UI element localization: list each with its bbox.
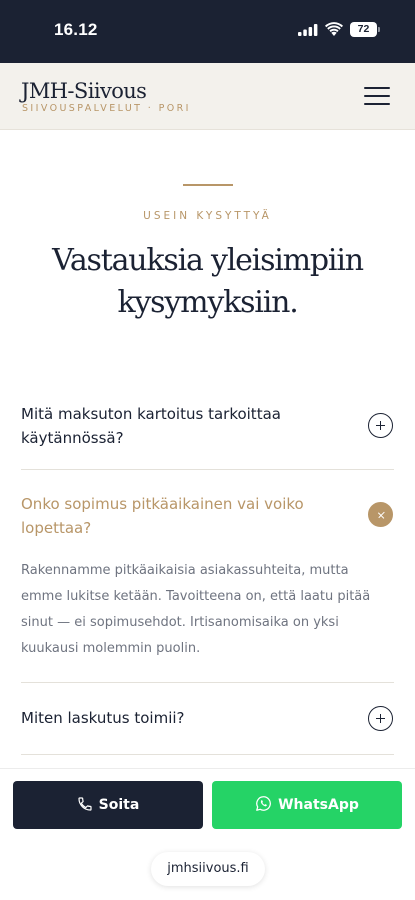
menu-icon [364,87,390,89]
faq-item[interactable]: Onko sopimus pitkäaikainen vai voiko lop… [21,490,394,662]
faq-question[interactable]: Mitä maksuton kartoitus tarkoittaa käytä… [21,402,281,450]
faq-question[interactable]: Miten laskutus toimii? [21,706,185,730]
hamburger-menu-button[interactable] [362,85,392,107]
faq-item[interactable]: Mitä maksuton kartoitus tarkoittaa käytä… [21,400,394,452]
whatsapp-button[interactable]: WhatsApp [212,781,402,829]
accent-divider [183,184,233,186]
expand-plus-icon[interactable] [368,413,393,438]
battery-icon: 72 [350,22,380,37]
faq-divider [21,469,394,470]
section-title-line: kysymyksiin. [117,285,298,320]
call-button-label: Soita [98,797,140,813]
section-title-line: Vastauksia yleisimpiin [52,243,364,278]
status-time: 16.12 [54,20,98,39]
status-bar: 16.12 72 [0,0,415,63]
faq-answer: Rakennamme pitkäaikaisia asiakassuhteita… [21,563,371,656]
site-logo[interactable]: JMH-Siivous [21,79,147,103]
site-header: JMH-Siivous SIIVOUSPALVELUT · PORI [0,63,415,130]
faq-divider [21,682,394,683]
faq-question[interactable]: Onko sopimus pitkäaikainen vai voiko lop… [21,492,304,540]
whatsapp-button-label: WhatsApp [278,797,359,813]
bottom-action-bar: Soita WhatsApp jmhsiivous.fi [0,768,415,900]
site-tagline: SIIVOUSPALVELUT · PORI [22,103,191,114]
call-button[interactable]: Soita [13,781,203,829]
section-title: Vastauksia yleisimpiin kysymyksiin. [20,240,395,324]
faq-item[interactable]: Miten laskutus toimii? [21,704,394,734]
phone-icon [78,796,92,811]
whatsapp-icon [256,796,272,811]
battery-level: 72 [357,23,370,35]
browser-url-pill[interactable]: jmhsiivous.fi [151,852,265,886]
expand-plus-icon[interactable] [368,706,393,731]
cellular-signal-icon [298,24,318,36]
section-eyebrow: USEIN KYSYTTYÄ [143,210,272,222]
collapse-close-icon[interactable] [368,502,393,527]
faq-divider [21,754,394,755]
wifi-icon [325,22,343,36]
